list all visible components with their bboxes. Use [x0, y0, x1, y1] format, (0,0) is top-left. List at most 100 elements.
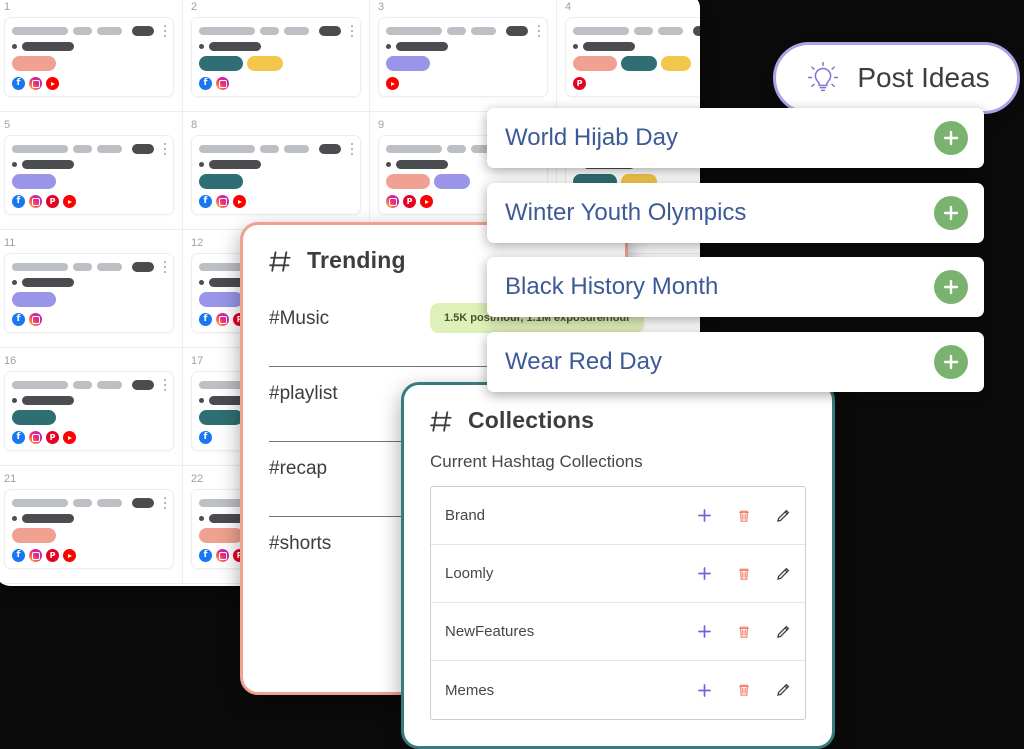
collection-name: Memes: [445, 682, 696, 699]
post-label-coral: [12, 56, 56, 71]
calendar-day-cell[interactable]: 2f: [183, 0, 370, 112]
collections-subtitle: Current Hashtag Collections: [430, 452, 806, 472]
pencil-icon[interactable]: [774, 565, 791, 582]
post-idea-row[interactable]: Winter Youth Olympics: [487, 183, 984, 243]
post-card-labels: [12, 528, 166, 543]
hashtag-icon: [269, 248, 295, 274]
post-card[interactable]: f: [4, 253, 174, 333]
instagram-icon: [29, 431, 42, 444]
plus-icon[interactable]: [696, 623, 713, 640]
instagram-icon: [29, 195, 42, 208]
post-card[interactable]: fP: [4, 135, 174, 215]
trending-title: Trending: [307, 247, 406, 274]
youtube-icon: [63, 195, 76, 208]
post-label-teal: [199, 56, 243, 71]
plus-icon[interactable]: [696, 507, 713, 524]
pencil-icon[interactable]: [774, 682, 791, 699]
post-label-yellow: [661, 56, 691, 71]
post-card-menu-icon[interactable]: [350, 143, 353, 155]
calendar-day-cell[interactable]: 11f: [0, 230, 183, 348]
collection-row: Brand: [431, 487, 805, 545]
pinterest-icon: P: [46, 195, 59, 208]
facebook-icon: f: [199, 549, 212, 562]
collection-actions: [696, 623, 791, 640]
add-post-idea-button[interactable]: [934, 196, 968, 230]
trash-icon[interactable]: [735, 565, 752, 582]
post-card-title-skeleton: [573, 25, 700, 37]
post-card-menu-icon[interactable]: [350, 25, 353, 37]
instagram-icon: [216, 77, 229, 90]
post-card[interactable]: f: [191, 17, 361, 97]
collections-header: Collections: [430, 407, 806, 434]
post-ideas-label: Post Ideas: [857, 62, 989, 94]
post-card[interactable]: fP: [4, 371, 174, 451]
post-card-menu-icon[interactable]: [163, 143, 166, 155]
post-card-subtitle-skeleton: [573, 42, 700, 51]
post-label-coral: [573, 56, 617, 71]
facebook-icon: f: [12, 313, 25, 326]
post-card[interactable]: P: [565, 17, 700, 97]
post-card-menu-icon[interactable]: [537, 25, 540, 37]
post-card-menu-icon[interactable]: [163, 261, 166, 273]
post-card-menu-icon[interactable]: [163, 497, 166, 509]
pencil-icon[interactable]: [774, 507, 791, 524]
post-status-pill: [132, 262, 154, 272]
trash-icon[interactable]: [735, 623, 752, 640]
calendar-day-cell[interactable]: 5fP: [0, 112, 183, 230]
post-ideas-button[interactable]: Post Ideas: [773, 42, 1020, 114]
post-card-menu-icon[interactable]: [163, 25, 166, 37]
post-card[interactable]: f: [4, 17, 174, 97]
trash-icon[interactable]: [735, 682, 752, 699]
calendar-day-cell[interactable]: 16fP: [0, 348, 183, 466]
post-label-purple: [199, 292, 243, 307]
post-idea-row[interactable]: World Hijab Day: [487, 108, 984, 168]
plus-icon[interactable]: [696, 682, 713, 699]
post-card[interactable]: fP: [4, 489, 174, 569]
calendar-day-number: 16: [4, 355, 174, 367]
youtube-icon: [46, 77, 59, 90]
post-card-labels: [199, 174, 353, 189]
post-card-title-skeleton: [12, 379, 166, 391]
post-card[interactable]: [378, 17, 548, 97]
post-card-subtitle-skeleton: [12, 396, 166, 405]
collection-row: Memes: [431, 661, 805, 719]
pencil-icon[interactable]: [774, 623, 791, 640]
post-card-channels: fP: [12, 195, 166, 208]
app-screenshot: 1f2f34P5fP8f9P10f11f12fP13f14f16fP17f18f…: [0, 0, 1024, 749]
post-status-pill: [132, 498, 154, 508]
add-post-idea-button[interactable]: [934, 121, 968, 155]
add-post-idea-button[interactable]: [934, 345, 968, 379]
facebook-icon: f: [12, 431, 25, 444]
post-card-title-skeleton: [12, 143, 166, 155]
facebook-icon: f: [199, 195, 212, 208]
instagram-icon: [216, 549, 229, 562]
post-card[interactable]: f: [191, 135, 361, 215]
lightbulb-icon: [803, 58, 843, 98]
calendar-day-cell[interactable]: 1f: [0, 0, 183, 112]
pinterest-icon: P: [46, 549, 59, 562]
collection-row: NewFeatures: [431, 603, 805, 661]
calendar-day-number: 1: [4, 1, 174, 13]
plus-icon[interactable]: [696, 565, 713, 582]
trash-icon[interactable]: [735, 507, 752, 524]
post-idea-row[interactable]: Black History Month: [487, 257, 984, 317]
calendar-day-cell[interactable]: 3: [370, 0, 557, 112]
add-post-idea-button[interactable]: [934, 270, 968, 304]
post-card-subtitle-skeleton: [12, 42, 166, 51]
calendar-day-cell[interactable]: 4P: [557, 0, 700, 112]
post-label-coral: [386, 174, 430, 189]
calendar-day-cell[interactable]: 8f: [183, 112, 370, 230]
post-card-menu-icon[interactable]: [163, 379, 166, 391]
post-status-pill: [319, 26, 341, 36]
post-card-labels: [199, 56, 353, 71]
post-idea-label: Winter Youth Olympics: [505, 199, 934, 227]
post-label-teal: [621, 56, 657, 71]
post-card-subtitle-skeleton: [199, 160, 353, 169]
pinterest-icon: P: [46, 431, 59, 444]
post-card-channels: f: [199, 195, 353, 208]
post-label-teal: [199, 410, 243, 425]
post-card-labels: [12, 410, 166, 425]
calendar-day-cell[interactable]: 21fP: [0, 466, 183, 584]
post-idea-row[interactable]: Wear Red Day: [487, 332, 984, 392]
post-label-teal: [12, 410, 56, 425]
